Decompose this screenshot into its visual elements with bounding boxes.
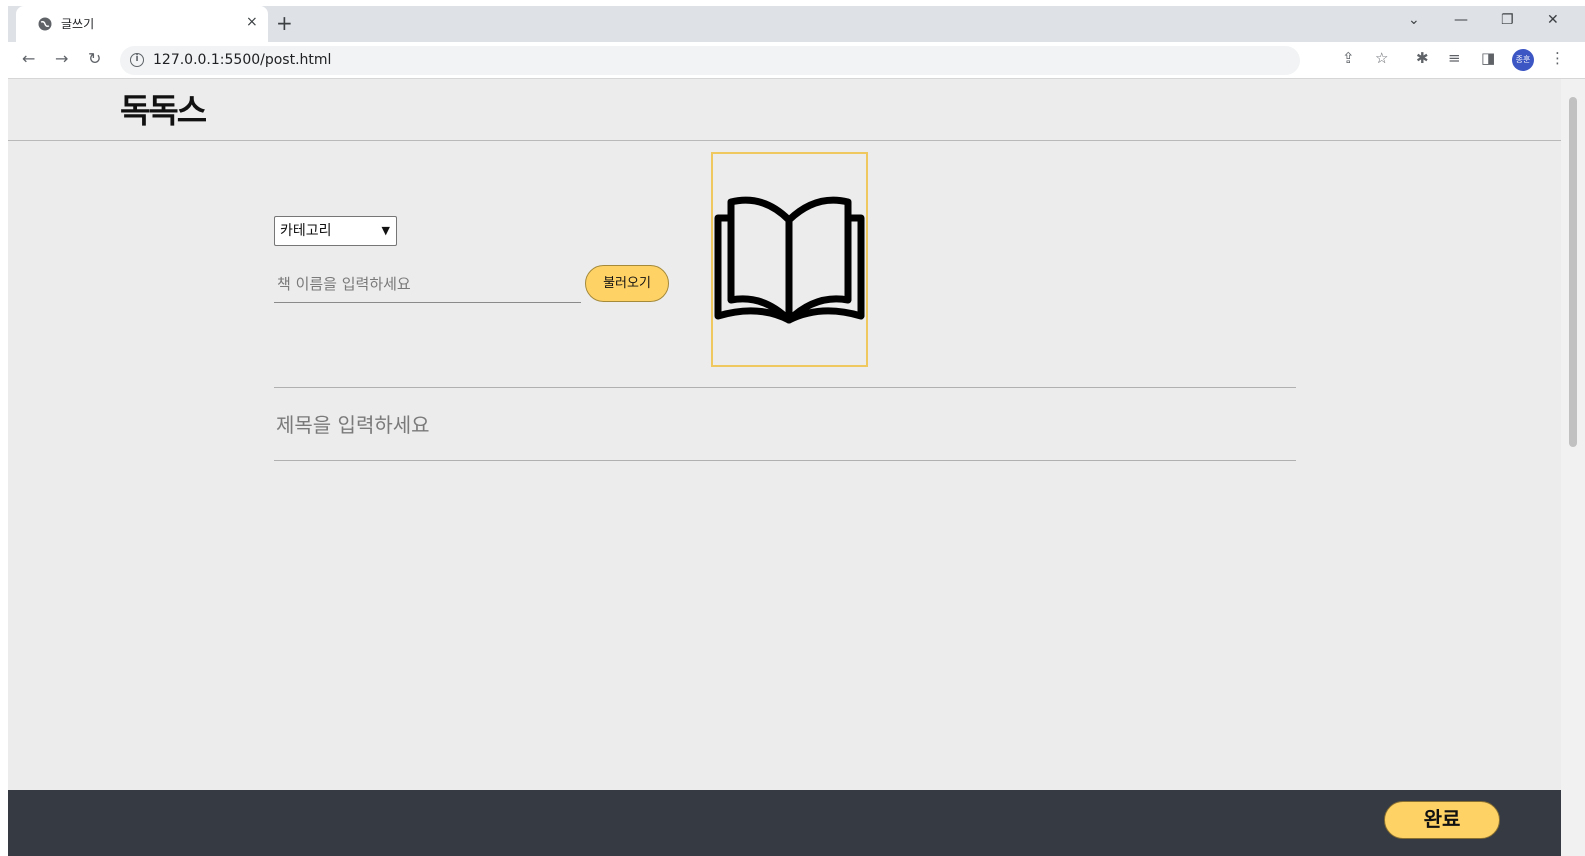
restore-icon[interactable]: ❐	[1501, 12, 1514, 28]
tab-strip: 글쓰기 × + ⌄ — ❐ ✕	[8, 6, 1585, 42]
scrollbar[interactable]	[1561, 79, 1585, 856]
divider	[274, 460, 1296, 461]
url-text: 127.0.0.1:5500/post.html	[153, 52, 332, 68]
book-icon	[714, 196, 865, 324]
category-select[interactable]: 카테고리 ▼	[274, 216, 397, 246]
globe-icon	[38, 17, 52, 31]
close-window-icon[interactable]: ✕	[1547, 12, 1559, 28]
category-select-value: 카테고리	[280, 223, 332, 239]
new-tab-icon[interactable]: +	[276, 11, 293, 35]
book-cover-preview	[711, 152, 868, 367]
star-icon[interactable]: ☆	[1375, 49, 1388, 67]
footer-bar: 완료	[8, 790, 1561, 856]
site-logo[interactable]: 독독스	[120, 84, 207, 132]
back-icon[interactable]: ←	[22, 49, 35, 68]
done-button[interactable]: 완료	[1384, 801, 1500, 839]
address-bar[interactable]: i 127.0.0.1:5500/post.html	[120, 46, 1300, 75]
page-content: 독독스 카테고리 ▼ 책 이름을 입력하세요 불러오기 제목을 입력하세요 완료	[8, 79, 1561, 856]
title-input[interactable]: 제목을 입력하세요	[276, 409, 430, 438]
menu-icon[interactable]: ⋮	[1550, 49, 1565, 67]
info-icon[interactable]: i	[130, 53, 144, 67]
browser-window: 글쓰기 × + ⌄ — ❐ ✕ ← → ↻ i 127.0.0.1:5500/p…	[8, 6, 1585, 856]
side-panel-icon[interactable]: ◨	[1481, 49, 1495, 67]
browser-toolbar: ← → ↻ i 127.0.0.1:5500/post.html ⇪ ☆ ✱ ≡…	[8, 42, 1585, 79]
media-icon[interactable]: ≡	[1448, 49, 1461, 67]
book-name-input[interactable]: 책 이름을 입력하세요	[274, 267, 581, 303]
browser-tab[interactable]: 글쓰기 ×	[16, 6, 268, 42]
tab-search-icon[interactable]: ⌄	[1408, 12, 1420, 28]
load-button[interactable]: 불러오기	[585, 265, 669, 302]
close-tab-icon[interactable]: ×	[246, 14, 258, 30]
site-header: 독독스	[8, 79, 1561, 141]
scrollbar-thumb[interactable]	[1569, 97, 1577, 447]
minimize-icon[interactable]: —	[1454, 12, 1468, 28]
tab-title: 글쓰기	[61, 17, 95, 31]
divider	[274, 387, 1296, 388]
forward-icon[interactable]: →	[55, 49, 68, 68]
extensions-icon[interactable]: ✱	[1416, 49, 1429, 67]
chevron-down-icon: ▼	[381, 224, 390, 237]
avatar[interactable]: 종훈	[1512, 49, 1534, 71]
share-icon[interactable]: ⇪	[1342, 49, 1355, 67]
reload-icon[interactable]: ↻	[88, 49, 101, 68]
